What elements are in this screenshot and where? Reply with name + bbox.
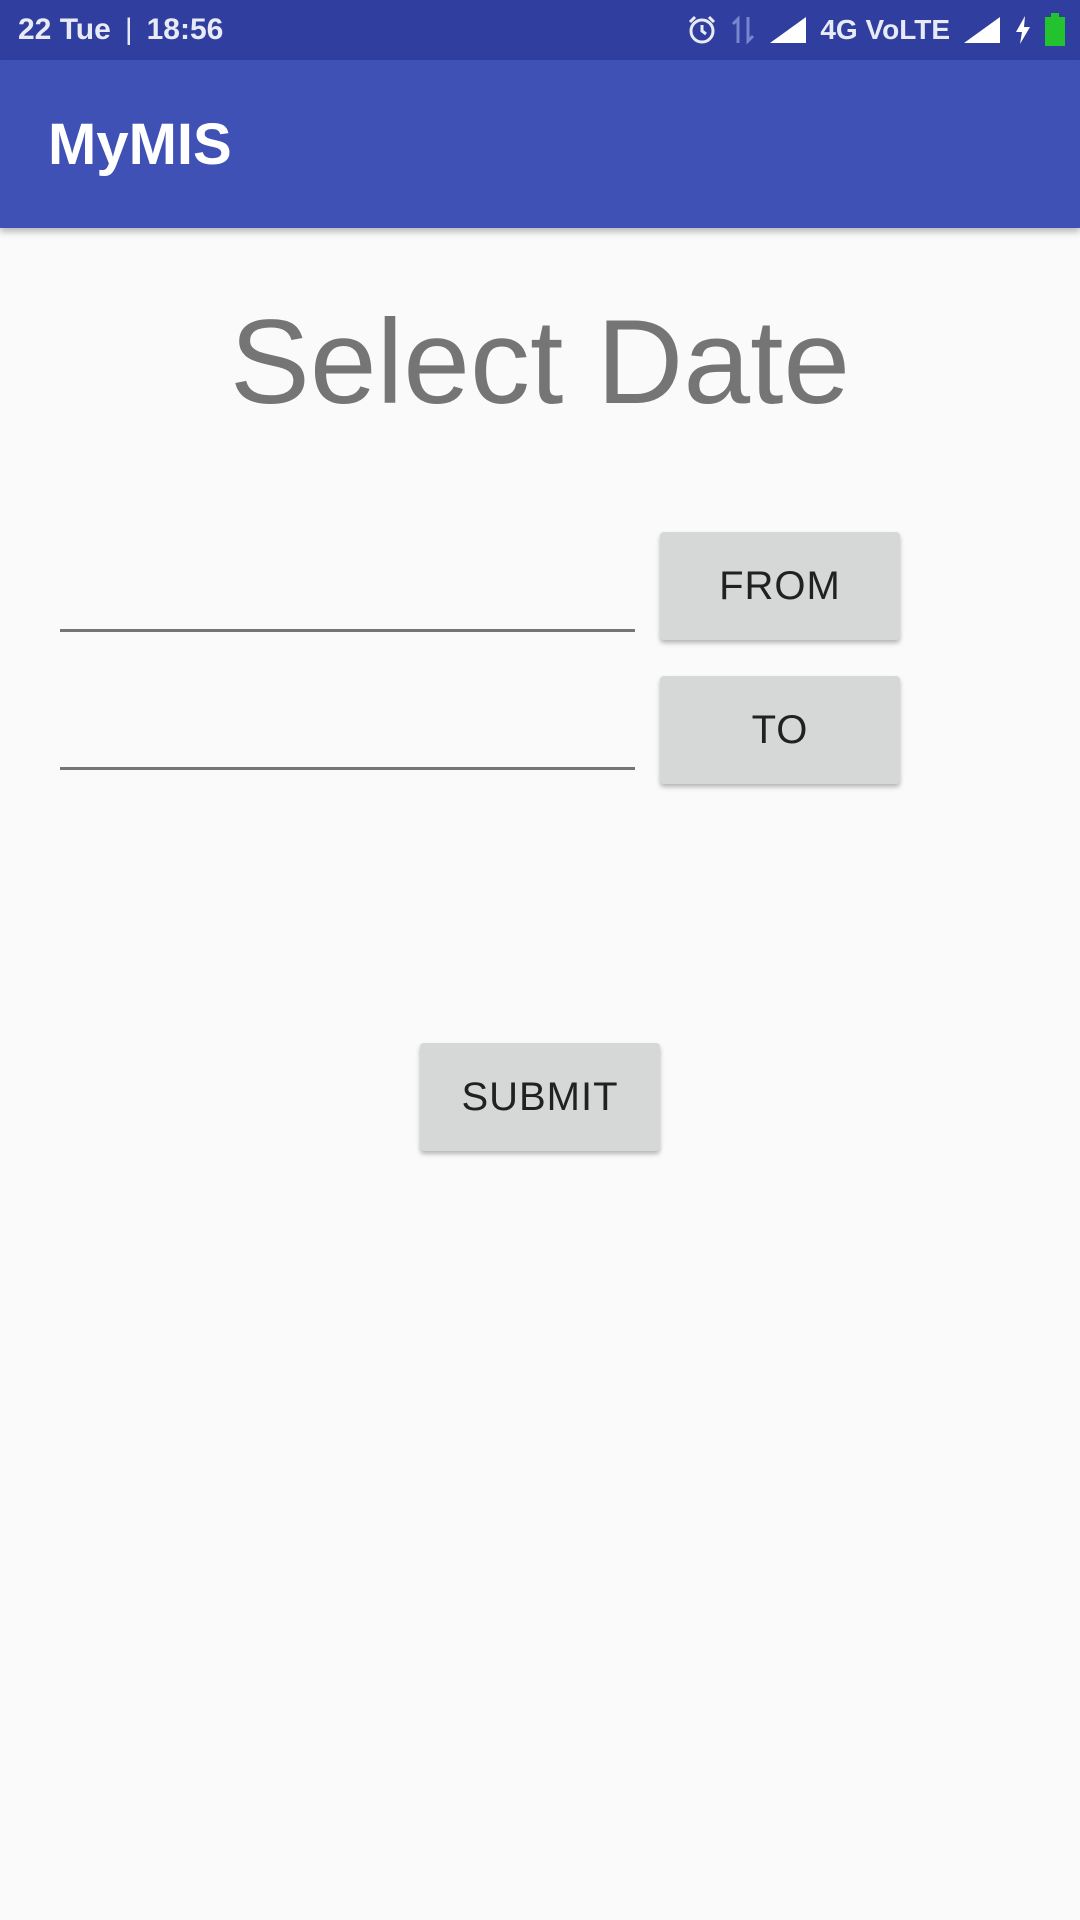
app-title: MyMIS <box>48 111 232 177</box>
status-separator: | <box>124 13 133 46</box>
network-type-label: 4G VoLTE <box>820 14 950 45</box>
submit-button[interactable]: SUBMIT <box>420 1043 660 1151</box>
status-time: 18:56 <box>146 13 224 46</box>
alarm-icon <box>686 14 718 46</box>
status-date-time: 22 Tue | 18:56 <box>18 0 223 60</box>
signal-icon <box>768 15 808 45</box>
status-icons: 4G VoLTE <box>686 0 1066 60</box>
battery-icon <box>1044 13 1066 47</box>
data-arrows-icon <box>730 15 756 45</box>
charging-icon <box>1014 15 1032 45</box>
status-bar: 22 Tue | 18:56 4G VoLTE <box>0 0 1080 60</box>
from-date-field[interactable] <box>60 552 635 632</box>
page-title: Select Date <box>229 295 851 429</box>
status-date: 22 Tue <box>18 13 111 46</box>
signal-icon <box>962 15 1002 45</box>
from-button[interactable]: FROM <box>660 532 900 640</box>
app-bar: MyMIS <box>0 60 1080 228</box>
to-date-field[interactable] <box>60 690 635 770</box>
to-button[interactable]: TO <box>660 676 900 784</box>
